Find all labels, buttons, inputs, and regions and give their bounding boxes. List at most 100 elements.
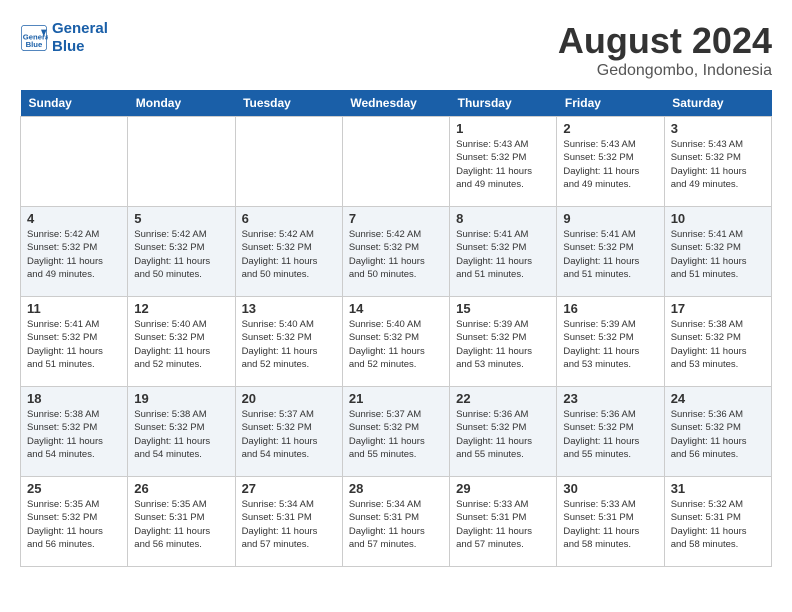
day-number: 10 xyxy=(671,211,765,226)
calendar-week-2: 4Sunrise: 5:42 AMSunset: 5:32 PMDaylight… xyxy=(21,207,772,297)
day-number: 12 xyxy=(134,301,228,316)
calendar-cell: 12 Sunrise: 5:40 AMSunset: 5:32 PMDayligh… xyxy=(128,297,235,387)
day-info: Sunrise: 5:39 AMSunset: 5:32 PMDaylight:… xyxy=(563,318,657,371)
column-header-wednesday: Wednesday xyxy=(342,90,449,117)
calendar-table: SundayMondayTuesdayWednesdayThursdayFrid… xyxy=(20,90,772,567)
day-info: Sunrise: 5:41 AMSunset: 5:32 PMDaylight:… xyxy=(27,318,121,371)
day-info: Sunrise: 5:41 AMSunset: 5:32 PMDaylight:… xyxy=(563,228,657,281)
calendar-cell: 17 Sunrise: 5:38 AMSunset: 5:32 PMDayligh… xyxy=(664,297,771,387)
calendar-cell: 3 Sunrise: 5:43 AMSunset: 5:32 PMDaylight… xyxy=(664,117,771,207)
calendar-cell: 30 Sunrise: 5:33 AMSunset: 5:31 PMDayligh… xyxy=(557,477,664,567)
day-number: 17 xyxy=(671,301,765,316)
calendar-week-4: 18 Sunrise: 5:38 AMSunset: 5:32 PMDayligh… xyxy=(21,387,772,477)
day-number: 29 xyxy=(456,481,550,496)
day-info: Sunrise: 5:34 AMSunset: 5:31 PMDaylight:… xyxy=(242,498,336,551)
day-number: 22 xyxy=(456,391,550,406)
logo-subtext: Blue xyxy=(52,38,108,56)
column-header-friday: Friday xyxy=(557,90,664,117)
calendar-cell: 14 Sunrise: 5:40 AMSunset: 5:32 PMDayligh… xyxy=(342,297,449,387)
calendar-cell: 15 Sunrise: 5:39 AMSunset: 5:32 PMDayligh… xyxy=(450,297,557,387)
day-number: 3 xyxy=(671,121,765,136)
day-info: Sunrise: 5:32 AMSunset: 5:31 PMDaylight:… xyxy=(671,498,765,551)
calendar-cell: 4Sunrise: 5:42 AMSunset: 5:32 PMDaylight… xyxy=(21,207,128,297)
day-info: Sunrise: 5:42 AMSunset: 5:32 PMDaylight:… xyxy=(349,228,443,281)
day-info: Sunrise: 5:36 AMSunset: 5:32 PMDaylight:… xyxy=(671,408,765,461)
day-info: Sunrise: 5:38 AMSunset: 5:32 PMDaylight:… xyxy=(27,408,121,461)
calendar-week-5: 25 Sunrise: 5:35 AMSunset: 5:32 PMDayligh… xyxy=(21,477,772,567)
calendar-cell: 23 Sunrise: 5:36 AMSunset: 5:32 PMDayligh… xyxy=(557,387,664,477)
day-number: 21 xyxy=(349,391,443,406)
calendar-cell: 28 Sunrise: 5:34 AMSunset: 5:31 PMDayligh… xyxy=(342,477,449,567)
day-number: 5 xyxy=(134,211,228,226)
day-number: 27 xyxy=(242,481,336,496)
calendar-cell: 18 Sunrise: 5:38 AMSunset: 5:32 PMDayligh… xyxy=(21,387,128,477)
day-info: Sunrise: 5:34 AMSunset: 5:31 PMDaylight:… xyxy=(349,498,443,551)
day-info: Sunrise: 5:41 AMSunset: 5:32 PMDaylight:… xyxy=(456,228,550,281)
day-number: 18 xyxy=(27,391,121,406)
day-number: 30 xyxy=(563,481,657,496)
day-info: Sunrise: 5:40 AMSunset: 5:32 PMDaylight:… xyxy=(134,318,228,371)
svg-text:Blue: Blue xyxy=(26,40,43,49)
calendar-cell xyxy=(128,117,235,207)
day-info: Sunrise: 5:38 AMSunset: 5:32 PMDaylight:… xyxy=(671,318,765,371)
day-number: 16 xyxy=(563,301,657,316)
month-year: August 2024 xyxy=(558,20,772,62)
day-number: 15 xyxy=(456,301,550,316)
calendar-cell: 22 Sunrise: 5:36 AMSunset: 5:32 PMDayligh… xyxy=(450,387,557,477)
day-number: 13 xyxy=(242,301,336,316)
day-info: Sunrise: 5:40 AMSunset: 5:32 PMDaylight:… xyxy=(242,318,336,371)
day-info: Sunrise: 5:33 AMSunset: 5:31 PMDaylight:… xyxy=(563,498,657,551)
day-info: Sunrise: 5:36 AMSunset: 5:32 PMDaylight:… xyxy=(563,408,657,461)
logo: General Blue General Blue xyxy=(20,20,108,56)
calendar-cell: 5 Sunrise: 5:42 AMSunset: 5:32 PMDaylight… xyxy=(128,207,235,297)
day-number: 20 xyxy=(242,391,336,406)
logo-icon: General Blue xyxy=(20,24,48,52)
day-info: Sunrise: 5:41 AMSunset: 5:32 PMDaylight:… xyxy=(671,228,765,281)
day-number: 1 xyxy=(456,121,550,136)
calendar-cell: 24Sunrise: 5:36 AMSunset: 5:32 PMDayligh… xyxy=(664,387,771,477)
day-number: 14 xyxy=(349,301,443,316)
day-number: 23 xyxy=(563,391,657,406)
calendar-week-1: 1 Sunrise: 5:43 AMSunset: 5:32 PMDaylight… xyxy=(21,117,772,207)
day-info: Sunrise: 5:42 AMSunset: 5:32 PMDaylight:… xyxy=(134,228,228,281)
calendar-cell xyxy=(235,117,342,207)
day-number: 28 xyxy=(349,481,443,496)
day-info: Sunrise: 5:37 AMSunset: 5:32 PMDaylight:… xyxy=(242,408,336,461)
calendar-cell: 1 Sunrise: 5:43 AMSunset: 5:32 PMDaylight… xyxy=(450,117,557,207)
calendar-cell: 6Sunrise: 5:42 AMSunset: 5:32 PMDaylight… xyxy=(235,207,342,297)
day-number: 9 xyxy=(563,211,657,226)
column-header-thursday: Thursday xyxy=(450,90,557,117)
calendar-cell xyxy=(342,117,449,207)
day-info: Sunrise: 5:37 AMSunset: 5:32 PMDaylight:… xyxy=(349,408,443,461)
day-number: 25 xyxy=(27,481,121,496)
day-info: Sunrise: 5:39 AMSunset: 5:32 PMDaylight:… xyxy=(456,318,550,371)
day-number: 31 xyxy=(671,481,765,496)
calendar-cell: 19 Sunrise: 5:38 AMSunset: 5:32 PMDayligh… xyxy=(128,387,235,477)
calendar-cell: 2Sunrise: 5:43 AMSunset: 5:32 PMDaylight… xyxy=(557,117,664,207)
location: Gedongombo, Indonesia xyxy=(558,62,772,80)
day-info: Sunrise: 5:43 AMSunset: 5:32 PMDaylight:… xyxy=(563,138,657,191)
day-info: Sunrise: 5:36 AMSunset: 5:32 PMDaylight:… xyxy=(456,408,550,461)
calendar-cell: 7Sunrise: 5:42 AMSunset: 5:32 PMDaylight… xyxy=(342,207,449,297)
calendar-cell: 9 Sunrise: 5:41 AMSunset: 5:32 PMDaylight… xyxy=(557,207,664,297)
calendar-cell: 21 Sunrise: 5:37 AMSunset: 5:32 PMDayligh… xyxy=(342,387,449,477)
title-block: August 2024 Gedongombo, Indonesia xyxy=(558,20,772,80)
day-number: 8 xyxy=(456,211,550,226)
logo-text: General xyxy=(52,20,108,38)
day-info: Sunrise: 5:33 AMSunset: 5:31 PMDaylight:… xyxy=(456,498,550,551)
day-info: Sunrise: 5:42 AMSunset: 5:32 PMDaylight:… xyxy=(27,228,121,281)
calendar-body: 1 Sunrise: 5:43 AMSunset: 5:32 PMDaylight… xyxy=(21,117,772,567)
calendar-header-row: SundayMondayTuesdayWednesdayThursdayFrid… xyxy=(21,90,772,117)
calendar-cell: 16 Sunrise: 5:39 AMSunset: 5:32 PMDayligh… xyxy=(557,297,664,387)
calendar-cell: 8 Sunrise: 5:41 AMSunset: 5:32 PMDaylight… xyxy=(450,207,557,297)
day-info: Sunrise: 5:35 AMSunset: 5:32 PMDaylight:… xyxy=(27,498,121,551)
day-info: Sunrise: 5:43 AMSunset: 5:32 PMDaylight:… xyxy=(671,138,765,191)
day-number: 11 xyxy=(27,301,121,316)
calendar-cell: 26Sunrise: 5:35 AMSunset: 5:31 PMDayligh… xyxy=(128,477,235,567)
day-number: 6 xyxy=(242,211,336,226)
calendar-cell: 27 Sunrise: 5:34 AMSunset: 5:31 PMDayligh… xyxy=(235,477,342,567)
day-info: Sunrise: 5:43 AMSunset: 5:32 PMDaylight:… xyxy=(456,138,550,191)
day-info: Sunrise: 5:40 AMSunset: 5:32 PMDaylight:… xyxy=(349,318,443,371)
day-number: 19 xyxy=(134,391,228,406)
day-info: Sunrise: 5:38 AMSunset: 5:32 PMDaylight:… xyxy=(134,408,228,461)
